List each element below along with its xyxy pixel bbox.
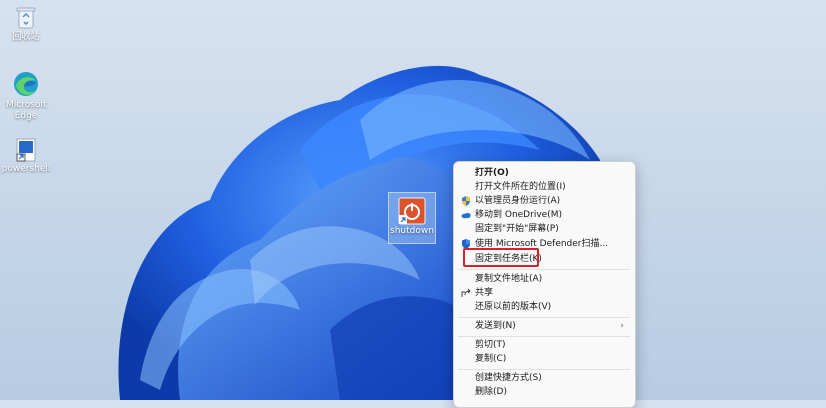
menu-item-label: 剪切(T) <box>475 340 506 350</box>
menu-item-open[interactable]: 打开(O) <box>458 166 630 180</box>
menu-item-label: 复制文件地址(A) <box>475 274 543 284</box>
highlight-annotation-box <box>463 248 539 267</box>
menu-separator <box>458 269 630 270</box>
desktop-shortcut-shutdown[interactable]: shutdown <box>388 192 436 244</box>
desktop-icon-recycle-bin[interactable]: 回收站 <box>0 6 52 43</box>
desktop-icon-label: 回收站 <box>12 32 40 42</box>
menu-item-cut[interactable]: 剪切(T) <box>458 338 630 352</box>
menu-separator <box>458 336 630 337</box>
menu-item-label: 创建快捷方式(S) <box>475 373 542 383</box>
shortcut-label: shutdown <box>390 226 434 236</box>
menu-item-move-to-onedrive[interactable]: 移动到 OneDrive(M) <box>458 208 630 222</box>
menu-item-pin-to-start[interactable]: 固定到"开始"屏幕(P) <box>458 222 630 236</box>
menu-item-send-to[interactable]: 发送到(N) › <box>458 319 630 333</box>
menu-item-label: 移动到 OneDrive(M) <box>475 210 562 220</box>
menu-item-delete[interactable]: 删除(D) <box>458 385 630 399</box>
menu-item-label: 还原以前的版本(V) <box>475 302 552 312</box>
desktop-icon-edge[interactable]: Microsoft Edge <box>0 70 52 122</box>
menu-item-copy-file-path[interactable]: 复制文件地址(A) <box>458 272 630 286</box>
menu-item-run-as-admin[interactable]: 以管理员身份运行(A) <box>458 194 630 208</box>
edge-icon <box>14 72 38 96</box>
desktop-icon-label: powershell <box>1 164 51 174</box>
power-icon <box>398 197 426 225</box>
menu-item-label: 打开(O) <box>475 168 509 178</box>
menu-item-restore-previous-versions[interactable]: 还原以前的版本(V) <box>458 300 630 314</box>
menu-item-label: 打开文件所在的位置(I) <box>475 182 566 192</box>
recycle-bin-icon <box>16 7 36 29</box>
desktop-icon-powershell[interactable]: powershell <box>0 138 52 175</box>
menu-item-share[interactable]: 共享 <box>458 286 630 300</box>
menu-item-label: 以管理员身份运行(A) <box>475 196 561 206</box>
powershell-shortcut-icon <box>16 138 36 162</box>
share-icon <box>461 288 471 297</box>
shield-icon <box>462 196 470 206</box>
menu-separator <box>458 317 630 318</box>
menu-item-label: 发送到(N) <box>475 321 516 331</box>
menu-item-open-file-location[interactable]: 打开文件所在的位置(I) <box>458 180 630 194</box>
chevron-right-icon: › <box>620 321 624 331</box>
desktop-icon-label: Microsoft Edge <box>6 100 47 121</box>
menu-item-label: 删除(D) <box>475 387 507 397</box>
menu-item-label: 复制(C) <box>475 354 507 364</box>
menu-item-create-shortcut[interactable]: 创建快捷方式(S) <box>458 371 630 385</box>
menu-item-copy[interactable]: 复制(C) <box>458 352 630 366</box>
menu-item-label: 固定到"开始"屏幕(P) <box>475 224 559 234</box>
menu-separator <box>458 369 630 370</box>
onedrive-icon <box>461 212 471 219</box>
context-menu: 打开(O) 打开文件所在的位置(I) 以管理员身份运行(A) 移动到 OneDr… <box>453 161 636 408</box>
menu-item-label: 共享 <box>475 288 494 298</box>
